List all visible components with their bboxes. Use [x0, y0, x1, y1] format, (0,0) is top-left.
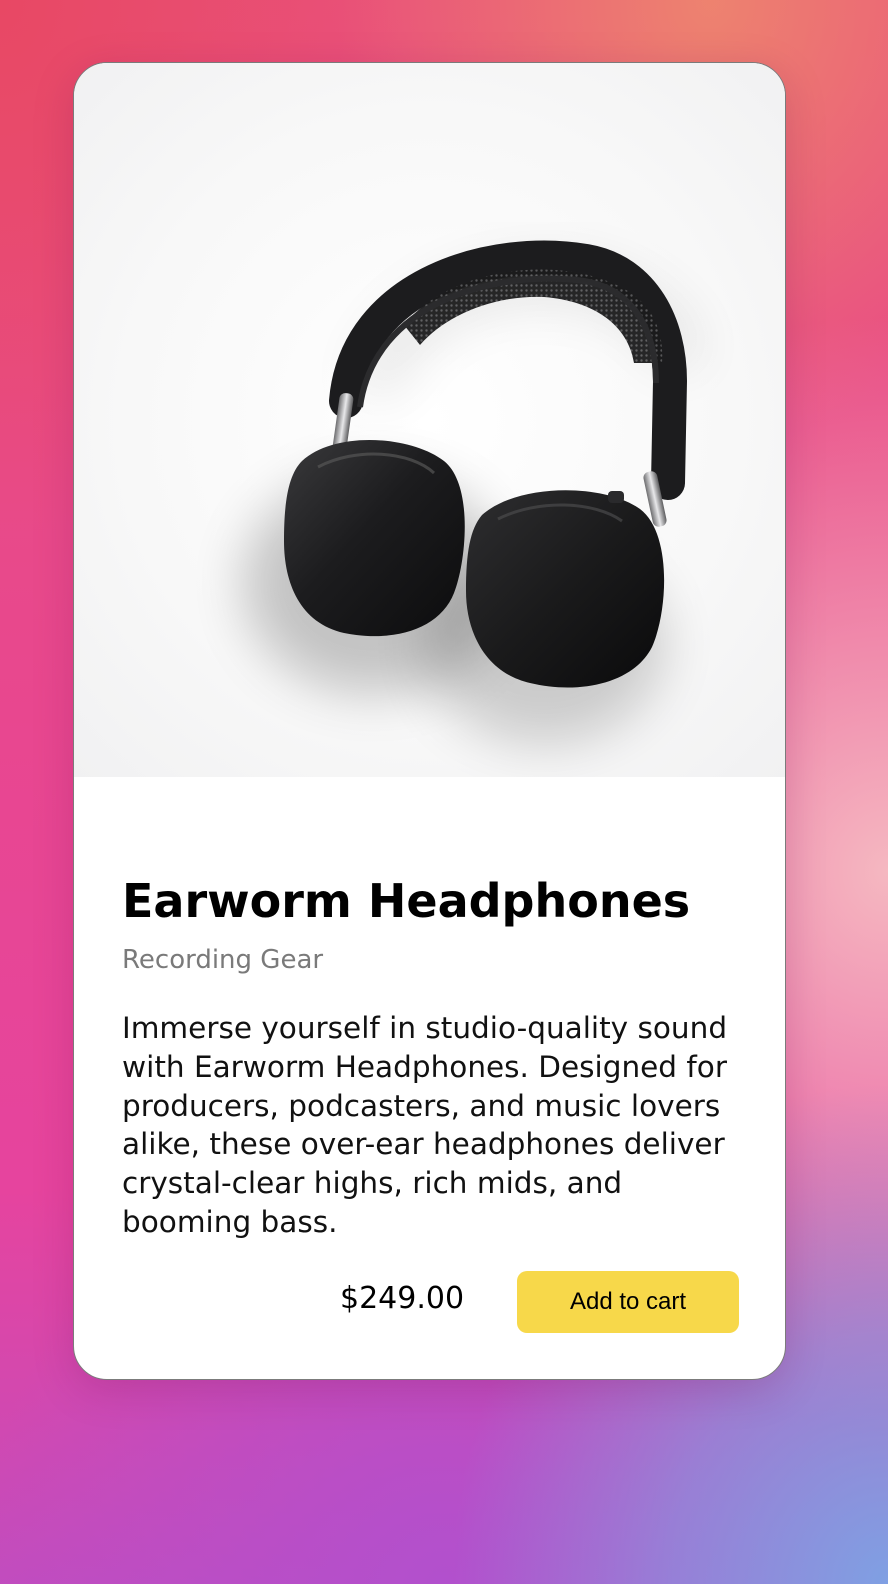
product-card: Earworm Headphones Recording Gear Immers… — [73, 62, 786, 1380]
add-to-cart-button[interactable]: Add to cart — [517, 1271, 739, 1333]
product-image — [74, 63, 785, 777]
product-price: $249.00 — [340, 1281, 465, 1316]
product-name: Earworm Headphones — [122, 874, 691, 928]
product-description: Immerse yourself in studio-quality sound… — [122, 1011, 728, 1239]
product-category: Recording Gear — [122, 945, 324, 975]
